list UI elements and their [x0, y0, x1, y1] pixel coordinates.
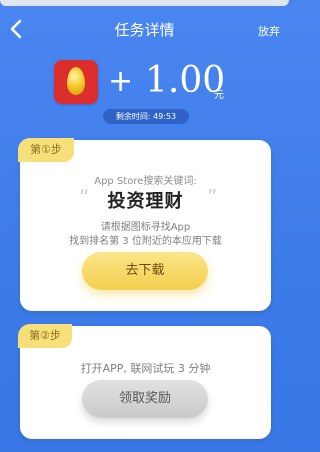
reward-unit: 元 — [214, 90, 224, 101]
close-quote-icon: ” — [207, 185, 218, 209]
search-keyword: 投资理财 — [107, 191, 184, 212]
step-1-tag: 第①步 — [18, 138, 74, 162]
step-2-card: 第②步 打开APP, 联网试玩 3 分钟 领取奖励 — [18, 324, 271, 439]
remaining-time-badge: 剩余时间: 49:53 — [103, 109, 189, 124]
app-icon — [54, 60, 98, 104]
reward-plus: + — [108, 64, 134, 99]
give-up-button[interactable]: 放弃 — [258, 23, 280, 39]
claim-reward-button[interactable]: 领取奖励 — [82, 380, 208, 418]
trial-task-text: 打开APP, 联网试玩 3 分钟 — [80, 362, 211, 375]
step-2-tag: 第②步 — [18, 324, 72, 348]
instruction-line-2: 找到排名第 3 位附近的本应用下载 — [69, 236, 222, 247]
step-1-card: 第①步 App Store搜索关键词: “ 投资理财 ” 请根据图标寻找App … — [18, 138, 271, 311]
golden-egg-icon — [67, 67, 85, 95]
download-button[interactable]: 去下载 — [82, 252, 208, 290]
search-label: App Store搜索关键词: — [94, 176, 197, 187]
reward-header: + 1.00 元 — [0, 58, 289, 108]
nav-bar: 任务详情 放弃 — [0, 14, 289, 44]
status-bar-strip — [0, 0, 289, 6]
instruction-line-1: 请根据图标寻找App — [100, 222, 191, 233]
page-title: 任务详情 — [114, 21, 175, 39]
